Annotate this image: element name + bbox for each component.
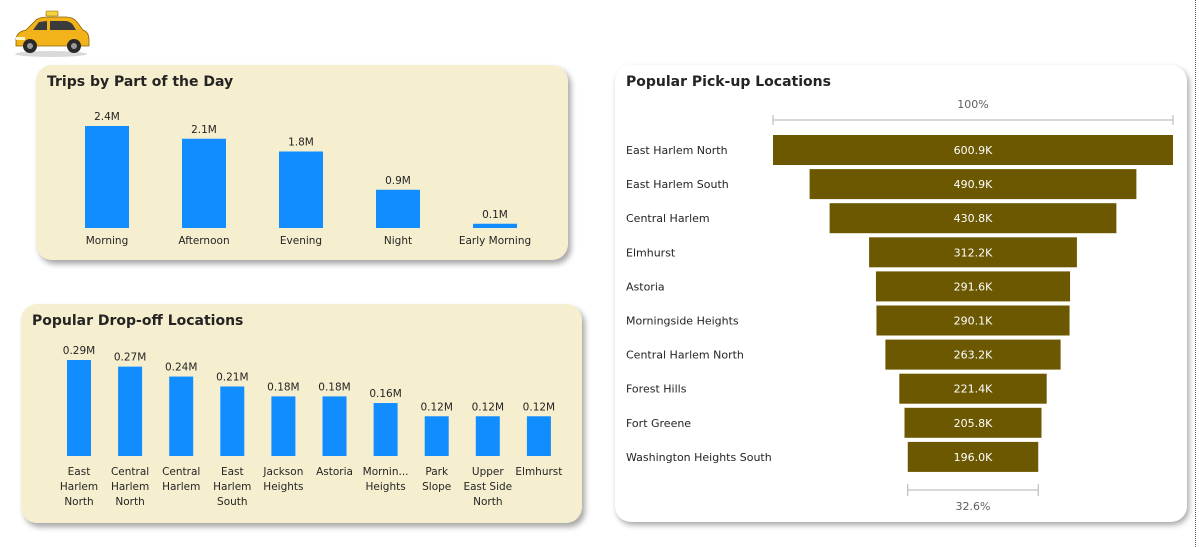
dropoff-locations-card: Popular Drop-off Locations 0.29M East Harl… xyxy=(21,304,582,523)
funnel-value-6: 263.2K xyxy=(954,349,993,362)
trips-by-part-of-day-card: Trips by Part of the Day 2.4M Morning 2.1M… xyxy=(36,65,568,260)
funnel-category-4: Astoria xyxy=(626,280,665,293)
bar-2[interactable] xyxy=(169,376,194,456)
funnel-value-4: 291.6K xyxy=(954,280,993,293)
bar-0[interactable] xyxy=(85,126,129,228)
bar-6[interactable] xyxy=(373,403,398,456)
funnel-category-2: Central Harlem xyxy=(626,212,710,225)
data-label-9: 0.12M xyxy=(523,401,555,413)
bar-3[interactable] xyxy=(220,386,245,456)
bar-1[interactable] xyxy=(118,366,143,456)
top-percent-label: 100% xyxy=(957,98,988,111)
category-label-2: Central Harlem xyxy=(162,466,200,493)
funnel-category-9: Washington Heights South xyxy=(626,451,772,464)
bar-1[interactable] xyxy=(182,138,226,228)
data-label-6: 0.16M xyxy=(369,388,401,400)
category-label-1: Central Harlem North xyxy=(111,466,149,508)
funnel-category-1: East Harlem South xyxy=(626,178,729,191)
funnel-value-9: 196.0K xyxy=(954,451,993,464)
data-label-3: 0.21M xyxy=(216,371,248,383)
category-label-0: Morning xyxy=(86,235,129,247)
bar-7[interactable] xyxy=(424,416,449,456)
data-label-1: 0.27M xyxy=(114,352,146,364)
category-label-4: Jackson Heights xyxy=(262,466,303,493)
trips-by-part-of-day-chart: 2.4M Morning 2.1M Afternoon 1.8M Evening 0.9M N… xyxy=(85,111,531,247)
data-label-0: 2.4M xyxy=(94,111,120,123)
funnel-category-3: Elmhurst xyxy=(626,246,676,259)
data-label-3: 0.9M xyxy=(385,175,411,187)
category-label-9: Elmhurst xyxy=(515,466,562,478)
funnel-category-5: Morningside Heights xyxy=(626,315,739,328)
category-label-3: Night xyxy=(384,235,412,247)
bar-5[interactable] xyxy=(322,396,347,456)
funnel-value-1: 490.9K xyxy=(954,178,993,191)
bar-8[interactable] xyxy=(475,416,500,456)
data-label-8: 0.12M xyxy=(472,401,504,413)
category-label-2: Evening xyxy=(280,235,322,247)
funnel-category-0: East Harlem North xyxy=(626,144,728,157)
funnel-category-8: Fort Greene xyxy=(626,417,691,430)
bar-4[interactable] xyxy=(271,396,296,456)
funnel-value-8: 205.8K xyxy=(954,417,993,430)
category-label-8: Upper East Side North xyxy=(463,466,512,508)
bar-0[interactable] xyxy=(67,360,91,456)
funnel-value-0: 600.9K xyxy=(954,144,993,157)
data-label-4: 0.18M xyxy=(267,381,299,393)
data-label-4: 0.1M xyxy=(482,209,508,221)
funnel-value-5: 290.1K xyxy=(954,315,993,328)
category-label-1: Afternoon xyxy=(178,235,229,247)
data-label-1: 2.1M xyxy=(191,124,217,136)
data-label-2: 0.24M xyxy=(165,362,197,374)
category-label-3: East Harlem South xyxy=(213,466,251,508)
category-label-7: Park Slope xyxy=(422,466,451,493)
bar-9[interactable] xyxy=(526,416,551,456)
funnel-category-6: Central Harlem North xyxy=(626,349,744,362)
data-label-5: 0.18M xyxy=(318,381,350,393)
funnel-category-7: Forest Hills xyxy=(626,383,687,396)
category-label-6: Mornin... Heights xyxy=(363,466,409,493)
bar-3[interactable] xyxy=(376,189,420,228)
category-label-5: Astoria xyxy=(316,466,353,478)
funnel-value-3: 312.2K xyxy=(954,246,993,259)
bar-4[interactable] xyxy=(473,223,517,228)
pickup-locations-chart: 100% 600.9K East Harlem North 490.9K East Ha… xyxy=(626,98,1174,513)
data-label-2: 1.8M xyxy=(288,137,314,149)
data-label-0: 0.29M xyxy=(63,345,95,357)
category-label-0: East Harlem North xyxy=(60,466,98,508)
category-label-4: Early Morning xyxy=(459,235,531,247)
pickup-locations-card: Popular Pick-up Locations 100% 600.9K East… xyxy=(615,65,1187,522)
bar-2[interactable] xyxy=(279,151,323,229)
data-label-7: 0.12M xyxy=(420,401,452,413)
funnel-value-2: 430.8K xyxy=(954,212,993,225)
canvas-edge xyxy=(1195,0,1196,547)
bottom-percent-label: 32.6% xyxy=(956,500,991,513)
funnel-value-7: 221.4K xyxy=(954,383,993,396)
taxi-icon xyxy=(10,8,92,58)
dropoff-locations-chart: 0.29M East Harlem North 0.27M Central Harlem No… xyxy=(60,345,563,508)
